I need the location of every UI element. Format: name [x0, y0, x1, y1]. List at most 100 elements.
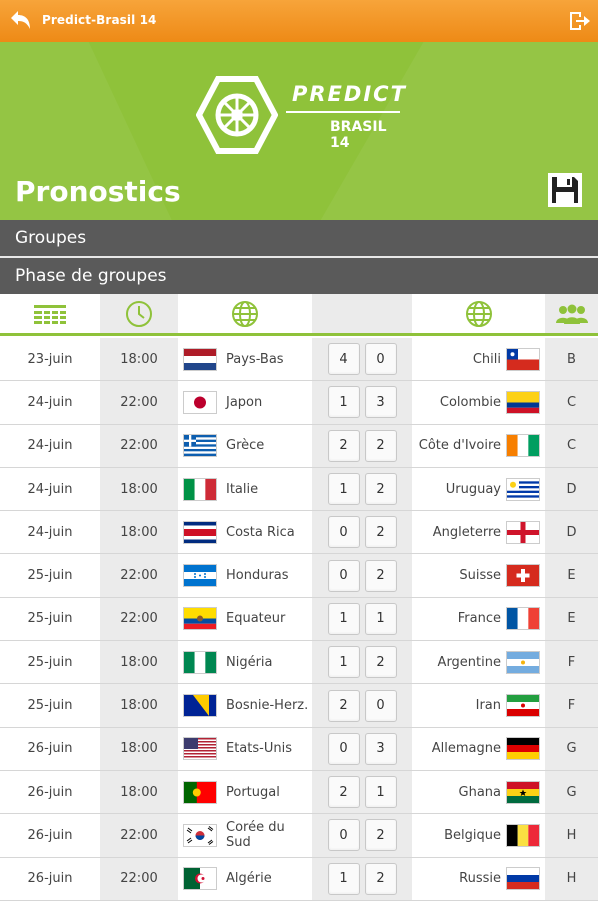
home-team-name: Pays-Bas [226, 351, 284, 367]
match-time: 22:00 [100, 597, 178, 641]
match-row: 24-juin 18:00 Italie 1 2 Uruguay D [0, 467, 598, 512]
match-date: 24-juin [27, 438, 73, 454]
match-time: 18:00 [100, 511, 178, 554]
flag-de-icon [507, 738, 539, 760]
home-score-input[interactable]: 1 [327, 473, 360, 506]
away-team: Allemagne [412, 728, 545, 770]
match-group: E [545, 554, 598, 597]
home-team: Algérie [178, 858, 312, 900]
flag-ir-icon [507, 695, 539, 717]
away-team-name: Chili [472, 351, 501, 367]
match-date: 23-juin [27, 351, 73, 367]
match-time: 18:00 [100, 338, 178, 381]
section-group-phase[interactable]: Phase de groupes [0, 258, 598, 294]
home-score-input[interactable]: 1 [327, 646, 360, 679]
away-team-name: Iran [475, 698, 501, 714]
match-group: B [545, 338, 598, 381]
match-row: 24-juin 22:00 Grèce 2 2 Côte d'Ivoire C [0, 424, 598, 468]
away-score-input[interactable]: 2 [364, 646, 397, 679]
page-title: Pronostics [15, 175, 181, 208]
match-row: 25-juin 18:00 Nigéria 1 2 Argentine F [0, 641, 598, 685]
score-inputs: 1 2 [312, 467, 412, 511]
match-group: C [545, 424, 598, 467]
score-inputs: 0 2 [312, 511, 412, 554]
home-team: Etats-Unis [178, 728, 312, 770]
match-date: 26-juin [27, 741, 73, 757]
match-row: 26-juin 22:00 Algérie 1 2 Russie H [0, 857, 598, 901]
globe-icon [465, 301, 492, 327]
match-date: 24-juin [27, 481, 73, 497]
home-score-input[interactable]: 1 [327, 862, 360, 895]
home-score-input[interactable]: 1 [327, 386, 360, 419]
flag-cl-icon [507, 348, 539, 370]
away-score-input[interactable]: 0 [364, 689, 397, 722]
flag-co-icon [507, 391, 539, 413]
home-score-input[interactable]: 2 [327, 689, 360, 722]
home-score-input[interactable]: 2 [327, 776, 360, 809]
away-score-input[interactable]: 3 [364, 732, 397, 765]
match-time: 18:00 [100, 684, 178, 727]
home-score-input[interactable]: 0 [327, 559, 360, 592]
home-team: Nigéria [178, 641, 312, 683]
home-team: Honduras [178, 554, 312, 596]
score-column-header [312, 294, 412, 334]
match-row: 24-juin 18:00 Costa Rica 0 2 Angleterre … [0, 511, 598, 555]
flag-cr-icon [184, 521, 216, 543]
flag-ar-icon [507, 651, 539, 673]
home-score-input[interactable]: 1 [327, 602, 360, 635]
away-score-input[interactable]: 0 [364, 343, 397, 376]
away-team-column-header[interactable] [412, 294, 545, 334]
home-team-name: Algérie [226, 871, 272, 887]
flag-pt-icon [184, 781, 216, 803]
away-score-input[interactable]: 2 [364, 559, 397, 592]
app-title: Predict-Brasil 14 [42, 13, 157, 27]
clock-icon [126, 301, 152, 327]
away-score-input[interactable]: 1 [364, 602, 397, 635]
away-score-input[interactable]: 2 [364, 429, 397, 462]
home-team-name: Corée du Sud [226, 820, 285, 851]
home-score-input[interactable]: 0 [327, 732, 360, 765]
away-team: Argentine [412, 641, 545, 683]
home-score-input[interactable]: 4 [327, 343, 360, 376]
match-date: 26-juin [27, 827, 73, 843]
away-score-input[interactable]: 2 [364, 819, 397, 852]
back-arrow-icon[interactable] [8, 9, 34, 33]
calendar-icon [34, 305, 66, 324]
save-icon[interactable] [547, 172, 583, 208]
away-score-input[interactable]: 2 [364, 516, 397, 549]
logout-icon[interactable] [568, 10, 592, 32]
score-inputs: 2 0 [312, 684, 412, 727]
score-inputs: 0 3 [312, 727, 412, 770]
match-group: D [545, 511, 598, 554]
home-team-column-header[interactable] [178, 294, 312, 334]
date-column-header[interactable] [0, 294, 100, 334]
away-score-input[interactable]: 1 [364, 776, 397, 809]
home-score-input[interactable]: 2 [327, 429, 360, 462]
away-team-name: Uruguay [445, 481, 501, 497]
match-group: G [545, 770, 598, 814]
match-group: G [545, 727, 598, 770]
flag-nl-icon [184, 348, 216, 370]
time-column-header[interactable] [100, 294, 178, 334]
score-inputs: 4 0 [312, 338, 412, 381]
score-inputs: 0 2 [312, 554, 412, 597]
home-team-name: Japon [226, 394, 263, 410]
flag-ru-icon [507, 868, 539, 890]
away-team-name: Colombie [439, 394, 501, 410]
home-score-input[interactable]: 0 [327, 819, 360, 852]
match-date: 25-juin [27, 611, 73, 627]
section-groups[interactable]: Groupes [0, 220, 598, 256]
flag-us-icon [184, 738, 216, 760]
away-score-input[interactable]: 2 [364, 473, 397, 506]
home-score-input[interactable]: 0 [327, 516, 360, 549]
away-score-input[interactable]: 2 [364, 862, 397, 895]
match-date: 26-juin [27, 784, 73, 800]
users-icon [555, 304, 588, 324]
away-team-name: Russie [459, 871, 501, 887]
away-team: Uruguay [412, 468, 545, 510]
away-score-input[interactable]: 3 [364, 386, 397, 419]
flag-fr-icon [507, 608, 539, 630]
away-team-name: Angleterre [432, 524, 501, 540]
group-column-header[interactable] [545, 294, 598, 334]
away-team: Iran [412, 684, 545, 726]
